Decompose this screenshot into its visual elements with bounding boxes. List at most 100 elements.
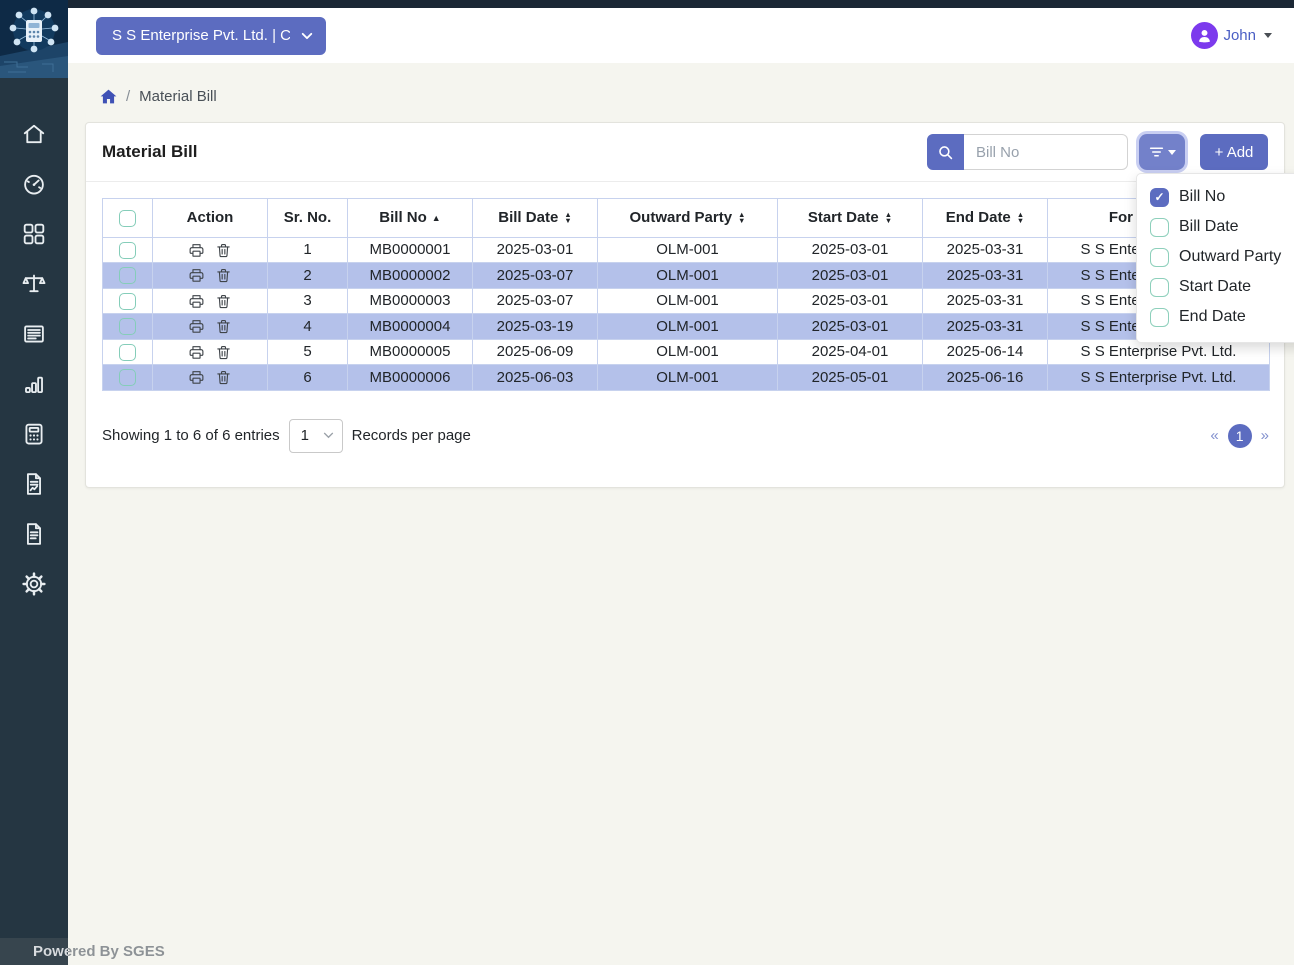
filter-option-bill-no[interactable]: Bill No	[1150, 182, 1294, 212]
pagination-summary: Showing 1 to 6 of 6 entries	[102, 427, 280, 445]
search-input[interactable]	[964, 134, 1128, 170]
filter-option-label: Bill Date	[1179, 218, 1239, 235]
column-label: Bill Date	[498, 209, 559, 227]
company-select[interactable]: S S Enterprise Pvt. Ltd. | Cor	[96, 16, 326, 55]
cell-bill-no: MB0000003	[347, 287, 473, 315]
header-cell-select	[102, 198, 153, 238]
filter-option-label: Bill No	[1179, 188, 1226, 205]
sidebar-item-dashboard[interactable]	[0, 173, 68, 199]
delete-button[interactable]	[215, 267, 232, 284]
select-all-checkbox[interactable]	[119, 209, 136, 227]
table-body: 1 MB0000001 2025-03-01 OLM-001 2025-03-01 202…	[102, 236, 1270, 391]
balance-scale-icon	[21, 271, 47, 302]
row-actions-cell	[152, 236, 268, 264]
row-actions-cell	[152, 287, 268, 315]
home-icon[interactable]	[100, 89, 117, 104]
pagination-bar: Showing 1 to 6 of 6 entries 1 Records pe…	[102, 418, 1269, 453]
header-cell-action[interactable]: Action	[152, 198, 268, 238]
sort-icon: ▲ ▼	[1016, 209, 1025, 226]
material-bill-card: Material Bill + Add Action Sr. No. Bill No…	[85, 122, 1285, 488]
row-checkbox[interactable]	[119, 267, 136, 285]
breadcrumb: / Material Bill	[100, 88, 217, 105]
cell-end-date: 2025-03-31	[922, 262, 1048, 289]
table-row: 2 MB0000002 2025-03-07 OLM-001 2025-03-01 202…	[102, 262, 1270, 289]
filter-option-bill-date[interactable]: Bill Date	[1150, 212, 1294, 242]
search-button[interactable]	[927, 134, 964, 170]
column-label: End Date	[945, 209, 1011, 227]
row-checkbox[interactable]	[119, 343, 136, 361]
next-page-button[interactable]: »	[1261, 427, 1269, 444]
row-checkbox[interactable]	[119, 292, 136, 310]
previous-page-button[interactable]: «	[1210, 427, 1218, 444]
delete-button[interactable]	[215, 318, 232, 335]
row-actions-cell	[152, 338, 268, 366]
sidebar-item-ledger[interactable]	[0, 323, 68, 349]
column-label: Action	[186, 209, 234, 227]
header-cell-bill-no[interactable]: Bill No ▲	[347, 198, 473, 238]
app-logo-image[interactable]	[0, 0, 68, 78]
cell-outward-party: OLM-001	[597, 364, 778, 391]
row-checkbox[interactable]	[119, 241, 136, 259]
dashboard-icon	[21, 171, 47, 202]
sidebar-item-settings[interactable]	[0, 571, 68, 599]
card-body: Action Sr. No. Bill No ▲ Bill Date ▲ ▼ Outward …	[86, 182, 1284, 453]
filter-option-end-date[interactable]: End Date	[1150, 302, 1294, 332]
unchecked-checkbox-icon[interactable]	[1150, 247, 1169, 267]
sidebar-item-bar-chart[interactable]	[0, 373, 68, 399]
unchecked-checkbox-icon[interactable]	[1150, 307, 1169, 327]
table-row: 1 MB0000001 2025-03-01 OLM-001 2025-03-01 202…	[102, 236, 1270, 264]
user-menu[interactable]: John	[1191, 22, 1272, 49]
cell-start-date: 2025-05-01	[777, 364, 923, 391]
cell-outward-party: OLM-001	[597, 236, 778, 264]
breadcrumb-current: Material Bill	[139, 88, 217, 105]
checked-checkbox-icon[interactable]	[1150, 187, 1169, 207]
cell-outward-party: OLM-001	[597, 338, 778, 366]
print-button[interactable]	[188, 369, 205, 386]
print-button[interactable]	[188, 293, 205, 310]
company-select-value: S S Enterprise Pvt. Ltd. | Cor	[112, 27, 290, 44]
print-button[interactable]	[188, 344, 205, 361]
unchecked-checkbox-icon[interactable]	[1150, 277, 1169, 297]
row-checkbox[interactable]	[119, 369, 136, 387]
delete-button[interactable]	[215, 242, 232, 259]
header-cell-start-date[interactable]: Start Date ▲ ▼	[777, 198, 923, 238]
header-cell-sr-no-[interactable]: Sr. No.	[267, 198, 348, 238]
cell-start-date: 2025-03-01	[777, 236, 923, 264]
search-icon	[939, 145, 953, 159]
sidebar-item-home[interactable]	[0, 123, 68, 149]
unchecked-checkbox-icon[interactable]	[1150, 217, 1169, 237]
table-row: 6 MB0000006 2025-06-03 OLM-001 2025-05-01 202…	[102, 364, 1270, 391]
header-cell-bill-date[interactable]: Bill Date ▲ ▼	[472, 198, 598, 238]
delete-button[interactable]	[215, 344, 232, 361]
cell-end-date: 2025-06-14	[922, 338, 1048, 366]
sort-icon: ▲ ▼	[738, 209, 746, 226]
cell-bill-date: 2025-03-07	[472, 262, 598, 289]
records-per-page-select[interactable]: 1	[288, 418, 343, 453]
header-cell-end-date[interactable]: End Date ▲ ▼	[922, 198, 1048, 238]
sidebar-item-report-file[interactable]	[0, 472, 68, 499]
add-button[interactable]: + Add	[1200, 134, 1268, 170]
sidebar-item-apps-grid[interactable]	[0, 223, 68, 249]
cell-bill-no: MB0000006	[347, 364, 473, 391]
print-button[interactable]	[188, 318, 205, 335]
sidebar-item-document[interactable]	[0, 522, 68, 549]
header-cell-outward-party[interactable]: Outward Party ▲ ▼	[597, 198, 778, 238]
filter-option-start-date[interactable]: Start Date	[1150, 272, 1294, 302]
caret-down-icon	[1167, 149, 1176, 155]
filter-button[interactable]	[1139, 134, 1185, 170]
print-button[interactable]	[188, 267, 205, 284]
cell-bill-no: MB0000004	[347, 313, 473, 340]
current-page-button[interactable]: 1	[1227, 423, 1252, 448]
delete-button[interactable]	[215, 293, 232, 310]
filter-option-outward-party[interactable]: Outward Party	[1150, 242, 1294, 272]
delete-button[interactable]	[215, 369, 232, 386]
chevron-down-icon	[301, 32, 313, 39]
sidebar-item-balance-scale[interactable]	[0, 273, 68, 299]
search-group	[927, 134, 1128, 170]
cell-bill-date: 2025-03-01	[472, 236, 598, 264]
sidebar-item-calculator[interactable]	[0, 423, 68, 449]
cell-sr-no: 1	[267, 236, 348, 264]
row-select-cell	[102, 262, 153, 289]
print-button[interactable]	[188, 242, 205, 259]
row-checkbox[interactable]	[119, 318, 136, 336]
